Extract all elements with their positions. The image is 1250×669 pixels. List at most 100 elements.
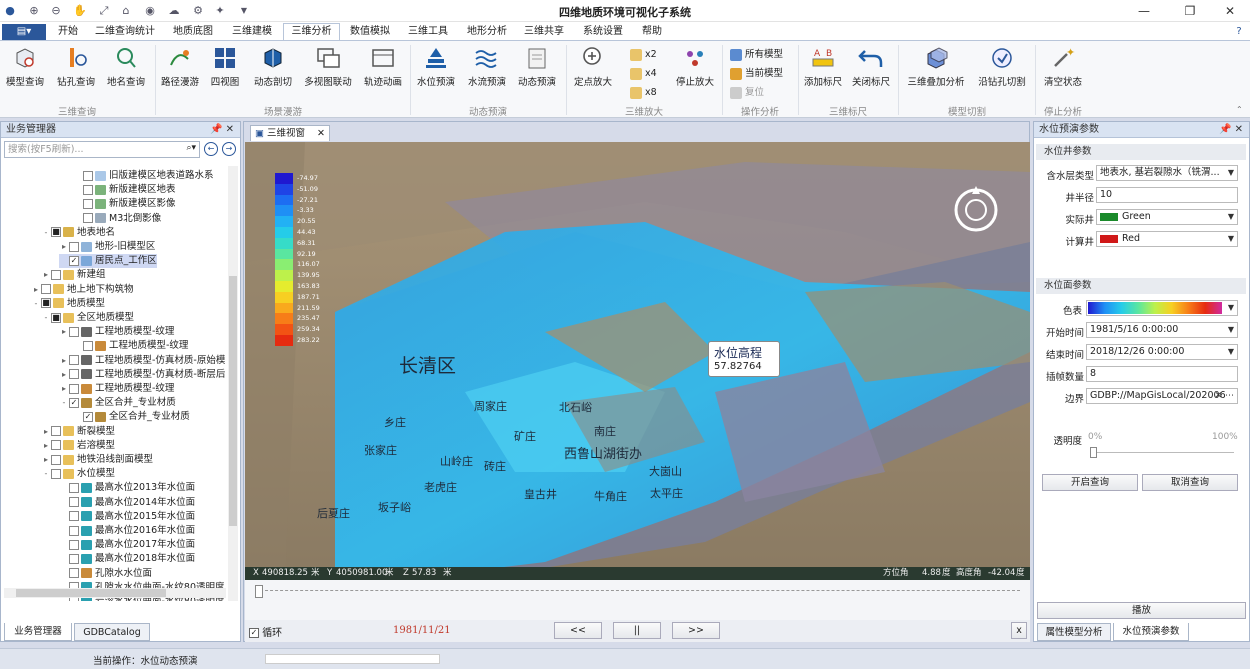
actual-well-color-select[interactable]: Green ▼ [1096,209,1238,225]
compass-icon[interactable] [950,184,1002,236]
tab-gdbcatalog[interactable]: GDBCatalog [74,623,150,641]
tree-item[interactable]: ▸ 工程地质模型-仿真材质-断层后 [59,368,225,382]
expand-icon[interactable]: - [41,226,51,240]
fixed-zoom-button[interactable]: 定点放大 [570,45,616,88]
reset-button[interactable]: 复位 [730,84,764,101]
tree-checkbox[interactable] [83,340,93,351]
tree-item[interactable]: 工程地质模型-纹理 [73,339,188,353]
tree-hscrollbar[interactable] [4,588,226,598]
tree-checkbox[interactable] [83,213,93,224]
end-time-picker[interactable]: 2018/12/26 0:00:00 ▼ [1086,344,1238,360]
expand-icon[interactable]: - [41,311,51,325]
tree-checkbox[interactable] [41,284,51,295]
zoom-x4-button[interactable]: x4 [630,65,657,82]
help-icon[interactable]: ? [1232,24,1246,41]
tree-item[interactable]: - ■ 地质模型 [31,297,105,311]
tree-item[interactable]: ▸ 岩溶模型 [41,439,115,453]
collapse-ribbon-icon[interactable]: ⌃ [1236,105,1243,114]
tab-3d-modeling[interactable]: 三维建模 [226,24,278,41]
tab-attribute-analysis[interactable]: 属性模型分析 [1037,623,1111,641]
close-playback-button[interactable]: x [1011,622,1027,639]
tree-checkbox[interactable]: ■ [51,312,61,323]
radius-input[interactable]: 10 [1096,187,1238,203]
tree-checkbox[interactable] [69,511,79,522]
tree-item[interactable]: - ■ 地表地名 [41,226,115,240]
pause-button[interactable]: || [613,622,661,639]
cancel-query-button[interactable]: 取消查询 [1142,474,1238,491]
tab-settings[interactable]: 系统设置 [576,24,630,41]
back-icon[interactable]: ← [204,142,218,156]
alpha-slider-track[interactable] [1092,452,1234,453]
border-input[interactable]: GDBP://MapGisLocal/202006 ✕ ⋯ [1086,388,1238,404]
tree-item[interactable]: 新版建模区影像 [73,197,176,211]
expand-icon[interactable]: ▸ [41,453,51,467]
tree-item[interactable]: 最高水位2014年水位面 [59,496,195,510]
tree-item[interactable]: 最高水位2016年水位面 [59,524,195,538]
tree-checkbox[interactable] [51,468,61,479]
expand-icon[interactable]: ▸ [31,283,41,297]
water-level-preview-button[interactable]: 水位预演 [414,45,458,88]
overlay-analysis-button[interactable]: 三维叠加分析 [904,45,968,88]
tree-checkbox[interactable] [83,184,93,195]
file-menu-button[interactable]: ▤▾ [2,24,46,41]
expand-icon[interactable]: ▸ [41,439,51,453]
dynamic-section-button[interactable]: 动态剖切 [250,45,296,88]
forward-icon[interactable]: → [222,142,236,156]
place-query-button[interactable]: 地名查询 [104,45,148,88]
color-ramp-select[interactable]: ▼ [1086,300,1238,316]
calc-well-color-select[interactable]: Red ▼ [1096,231,1238,247]
expand-icon[interactable]: ▸ [59,354,69,368]
tab-terrain[interactable]: 地形分析 [460,24,514,41]
expand-icon[interactable]: ▸ [59,382,69,396]
expand-icon[interactable]: ▸ [59,240,69,254]
tree-checkbox[interactable]: ■ [41,298,51,309]
tree-item[interactable]: ✓ 全区合并_专业材质 [73,410,190,424]
tab-business-manager[interactable]: 业务管理器 [4,623,72,641]
tree-item[interactable]: - ✓ 全区合并_专业材质 [59,396,176,410]
open-query-button[interactable]: 开启查询 [1042,474,1138,491]
tree-checkbox[interactable]: ✓ [69,397,79,408]
tree-checkbox[interactable] [69,525,79,536]
tree-item[interactable]: - 水位模型 [41,467,115,481]
interp-input[interactable]: 8 [1086,366,1238,382]
tree-item[interactable]: 最高水位2018年水位面 [59,552,195,566]
prev-frame-button[interactable]: << [554,622,602,639]
tree-item[interactable]: 最高水位2017年水位面 [59,538,195,552]
panel-close-icon[interactable]: 📌 ✕ [1219,122,1243,138]
path-roam-button[interactable]: 路径漫游 [160,45,200,88]
tree-item[interactable]: 新版建模区地表 [73,183,176,197]
tree-item[interactable]: ▸ 工程地质模型-纹理 [59,382,174,396]
multi-view-button[interactable]: 多视图联动 [300,45,356,88]
four-view-button[interactable]: 四视图 [206,45,244,88]
tree-checkbox[interactable] [69,241,79,252]
tree-item[interactable]: ▸ 工程地质模型-纹理 [59,325,174,339]
expand-icon[interactable]: - [41,467,51,481]
tree-checkbox[interactable] [69,383,79,394]
tree-item[interactable]: ▸ 地上地下构筑物 [31,283,134,297]
clear-state-button[interactable]: ✦ 清空状态 [1040,45,1086,88]
model-query-button[interactable]: 模型查询 [3,45,47,88]
play-button[interactable]: 播放 [1037,602,1246,619]
tree-item[interactable]: ▸ 断裂模型 [41,425,115,439]
tab-3d-analysis[interactable]: 三维分析 [283,23,340,41]
tree-checkbox[interactable] [51,454,61,465]
tree-checkbox[interactable]: ✓ [83,411,93,422]
maximize-button[interactable]: ❐ [1170,0,1210,22]
loop-checkbox[interactable]: ✓ 循环 [249,624,282,639]
add-scale-button[interactable]: AB 添加标尺 [801,45,845,88]
dynamic-preview-button[interactable]: 动态预演 [514,45,560,88]
drill-cut-button[interactable]: 沿钻孔切割 [974,45,1030,88]
tab-base-map[interactable]: 地质底图 [166,24,220,41]
tab-numeric-sim[interactable]: 数值模拟 [344,24,396,41]
tree-checkbox[interactable] [69,482,79,493]
tree-checkbox[interactable] [83,198,93,209]
tree-item[interactable]: ▸ 地铁沿线剖面模型 [41,453,153,467]
tab-3d-tools[interactable]: 三维工具 [402,24,454,41]
expand-icon[interactable]: - [59,396,69,410]
tree-checkbox[interactable] [69,326,79,337]
tree-checkbox[interactable]: ✓ [69,255,79,266]
start-time-picker[interactable]: 1981/5/16 0:00:00 ▼ [1086,322,1238,338]
stop-zoom-button[interactable]: 停止放大 [672,45,718,88]
current-model-button[interactable]: 当前模型 [730,65,783,82]
minimize-button[interactable]: — [1124,0,1164,22]
